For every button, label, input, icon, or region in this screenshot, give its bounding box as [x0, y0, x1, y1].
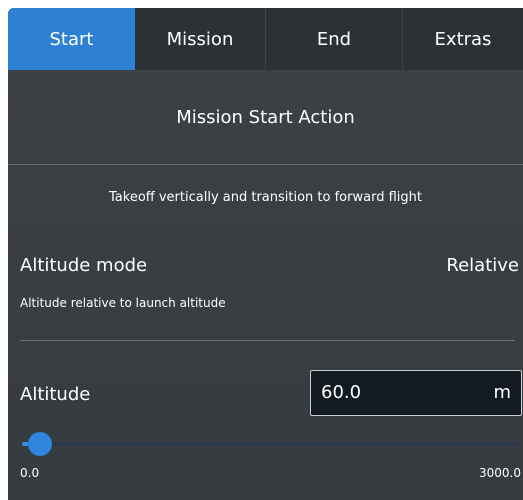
tab-end[interactable]: End — [266, 8, 403, 70]
mission-panel: Start Mission End Extras Mission Start A… — [8, 8, 523, 500]
altitude-unit: m — [493, 382, 511, 403]
altitude-slider[interactable] — [22, 428, 517, 458]
altitude-input[interactable]: 60.0 — [321, 371, 471, 415]
tab-extras[interactable]: Extras — [403, 8, 523, 70]
slider-handle[interactable] — [28, 432, 52, 456]
tab-start[interactable]: Start — [8, 8, 135, 70]
altitude-divider — [20, 340, 515, 341]
tab-mission[interactable]: Mission — [135, 8, 266, 70]
slider-max-label: 3000.0 — [479, 466, 521, 480]
slider-min-label: 0.0 — [20, 466, 40, 480]
title-divider — [8, 164, 523, 165]
tab-bar: Start Mission End Extras — [8, 8, 523, 70]
section-title: Mission Start Action — [176, 106, 355, 128]
slider-track — [22, 442, 517, 446]
altitude-label: Altitude — [20, 384, 91, 405]
altitude-mode-value[interactable]: Relative — [446, 255, 519, 276]
action-description: Takeoff vertically and transition to for… — [109, 190, 422, 205]
altitude-mode-label: Altitude mode — [20, 255, 148, 276]
altitude-field[interactable]: 60.0 m — [310, 370, 522, 416]
altitude-mode-help: Altitude relative to launch altitude — [20, 296, 226, 310]
